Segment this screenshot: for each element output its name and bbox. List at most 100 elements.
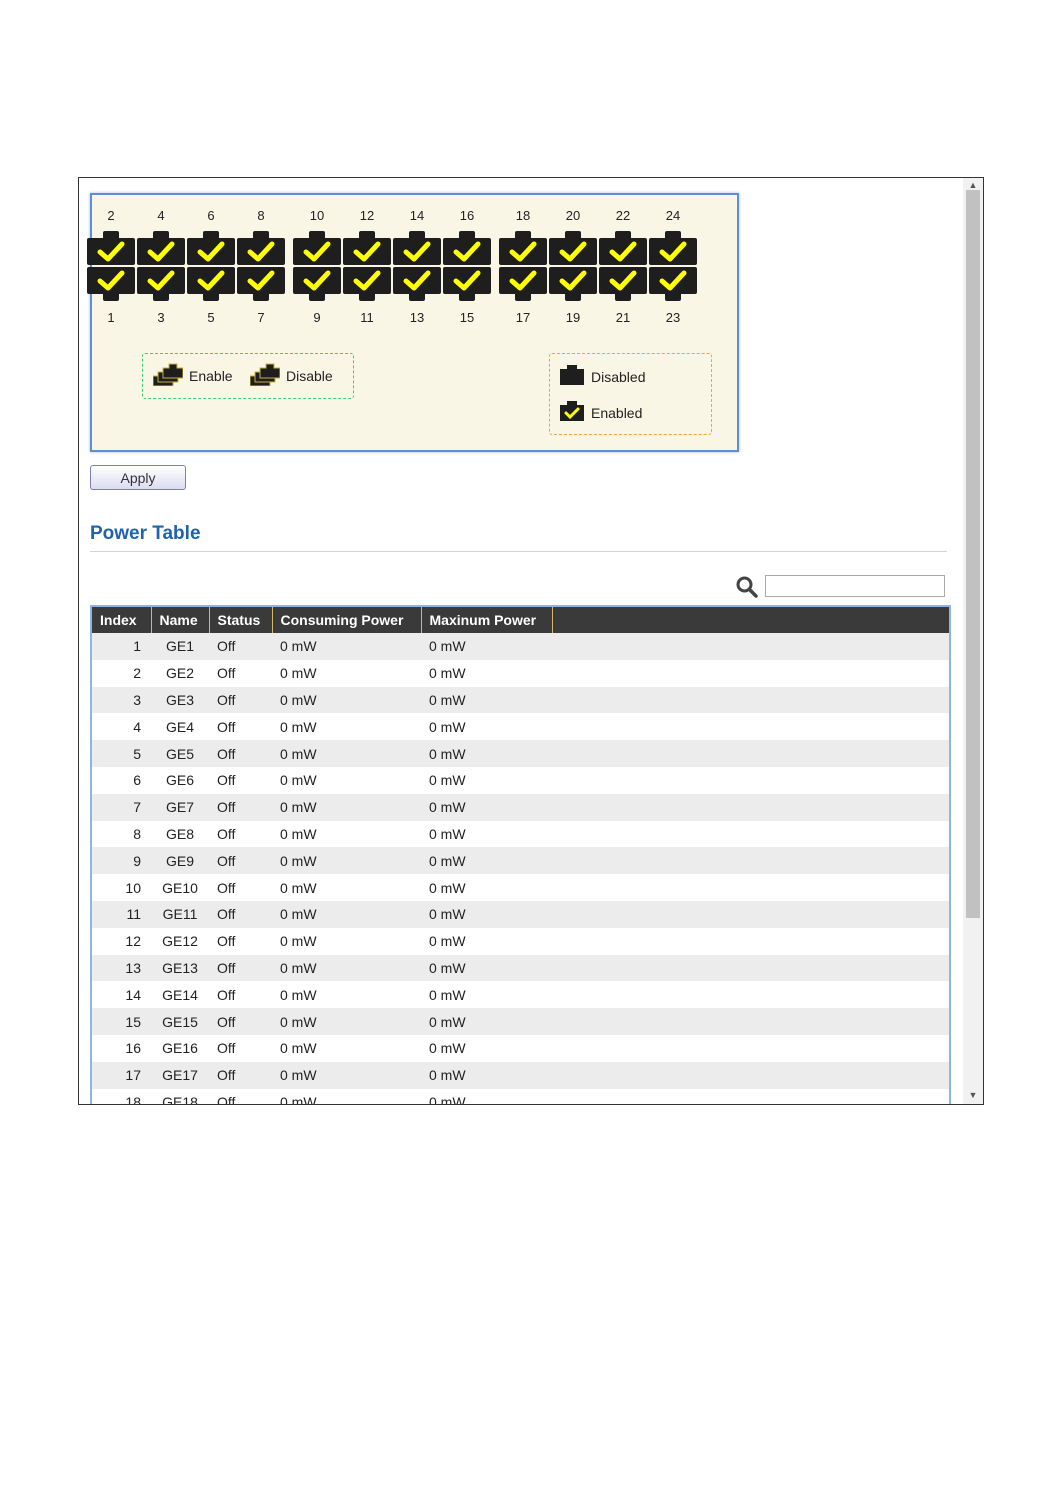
table-body: 1 GE1 Off 0 mW 0 mW 2 GE2 Off 0 mW 0 mW 3 GE3 Off 0 m… [92,633,949,1104]
port-number-label: 4 [157,208,165,223]
name-cell: GE12 [151,927,209,955]
port-19-toggle[interactable] [549,267,597,301]
port-21-toggle[interactable] [599,267,647,301]
port-17-toggle[interactable] [499,267,547,301]
port-18-toggle[interactable] [499,231,547,265]
port-14-toggle[interactable] [393,231,441,265]
max-power-cell: 0 mW [421,659,552,687]
max-power-cell: 0 mW [421,981,552,1009]
enable-all-button[interactable]: Enable [152,362,233,389]
column-header[interactable]: Status [209,607,273,633]
table-row[interactable]: 4 GE4 Off 0 mW 0 mW [92,713,949,741]
status-cell: Off [209,874,272,901]
search-icon[interactable] [735,575,759,599]
vertical-scrollbar[interactable]: ▲ ▼ [963,178,983,1104]
max-power-cell: 0 mW [421,1008,552,1035]
status-cell: Off [209,1008,272,1035]
table-row[interactable]: 9 GE9 Off 0 mW 0 mW [92,847,949,875]
port-15-toggle[interactable] [443,267,491,301]
table-row[interactable]: 13 GE13 Off 0 mW 0 mW [92,954,949,982]
port-1-toggle[interactable] [87,267,135,301]
table-row[interactable]: 1 GE1 Off 0 mW 0 mW [92,633,949,660]
column-header[interactable]: Index [92,607,152,633]
status-cell: Off [209,686,272,714]
name-cell: GE16 [151,1034,209,1062]
apply-button[interactable]: Apply [90,465,186,490]
consuming-power-cell: 0 mW [272,1088,421,1104]
max-power-cell: 0 mW [421,847,552,875]
table-row[interactable]: 17 GE17 Off 0 mW 0 mW [92,1061,949,1089]
column-header[interactable]: Name [151,607,210,633]
port-16-toggle[interactable] [443,231,491,265]
index-cell: 17 [92,1061,151,1089]
index-cell: 7 [92,793,151,821]
index-cell: 3 [92,686,151,714]
port-24-toggle[interactable] [649,231,697,265]
name-cell: GE1 [151,633,209,660]
port-20-toggle[interactable] [549,231,597,265]
scroll-down-icon[interactable]: ▼ [963,1088,983,1102]
consuming-power-cell: 0 mW [272,1061,421,1089]
title-divider [90,551,947,552]
name-cell: GE7 [151,793,209,821]
port-number-label: 1 [107,310,115,325]
status-cell: Off [209,740,272,767]
table-row[interactable]: 11 GE11 Off 0 mW 0 mW [92,900,949,928]
table-row[interactable]: 5 GE5 Off 0 mW 0 mW [92,740,949,767]
table-row[interactable]: 7 GE7 Off 0 mW 0 mW [92,793,949,821]
table-row[interactable]: 18 GE18 Off 0 mW 0 mW [92,1088,949,1104]
port-6-toggle[interactable] [187,231,235,265]
port-9-toggle[interactable] [293,267,341,301]
port-23-toggle[interactable] [649,267,697,301]
disable-all-button[interactable]: Disable [249,362,333,389]
index-cell: 9 [92,847,151,875]
poe-settings-frame: 2 4 6 8 10 12 14 16 18 20 22 24 1 3 5 7 9 11 13 15 17 19 21 23 E… [78,177,984,1105]
status-cell: Off [209,1034,272,1062]
port-2-toggle[interactable] [87,231,135,265]
scrollbar-thumb[interactable] [966,190,980,918]
port-22-toggle[interactable] [599,231,647,265]
port-4-toggle[interactable] [137,231,185,265]
consuming-power-cell: 0 mW [272,740,421,767]
search-input[interactable] [765,575,945,597]
port-11-toggle[interactable] [343,267,391,301]
port-5-toggle[interactable] [187,267,235,301]
port-number-label: 16 [459,208,475,223]
table-row[interactable]: 10 GE10 Off 0 mW 0 mW [92,874,949,901]
port-7-toggle[interactable] [237,267,285,301]
port-number-label: 8 [257,208,265,223]
index-cell: 14 [92,981,151,1009]
disabled-label: Disabled [591,368,646,385]
row-filler [552,633,949,660]
port-12-toggle[interactable] [343,231,391,265]
table-row[interactable]: 8 GE8 Off 0 mW 0 mW [92,820,949,848]
power-table: Index Name Status Consuming Power Maxinum Po… [90,605,951,1104]
max-power-cell: 0 mW [421,740,552,767]
index-cell: 13 [92,954,151,982]
consuming-power-cell: 0 mW [272,793,421,821]
max-power-cell: 0 mW [421,686,552,714]
port-number-label: 11 [360,310,374,325]
name-cell: GE14 [151,981,209,1009]
table-row[interactable]: 3 GE3 Off 0 mW 0 mW [92,686,949,714]
table-row[interactable]: 2 GE2 Off 0 mW 0 mW [92,659,949,687]
table-row[interactable]: 14 GE14 Off 0 mW 0 mW [92,981,949,1009]
table-row[interactable]: 15 GE15 Off 0 mW 0 mW [92,1008,949,1035]
port-number-label: 3 [157,310,165,325]
name-cell: GE6 [151,766,209,794]
port-10-toggle[interactable] [293,231,341,265]
column-header[interactable]: Consuming Power [272,607,422,633]
table-row[interactable]: 12 GE12 Off 0 mW 0 mW [92,927,949,955]
column-header[interactable]: Maxinum Power [421,607,553,633]
port-number-label: 18 [515,208,531,223]
port-stack-icon [249,362,281,389]
table-row[interactable]: 16 GE16 Off 0 mW 0 mW [92,1034,949,1062]
status-cell: Off [209,1061,272,1089]
port-3-toggle[interactable] [137,267,185,301]
name-cell: GE5 [151,740,209,767]
index-cell: 12 [92,927,151,955]
port-13-toggle[interactable] [393,267,441,301]
consuming-power-cell: 0 mW [272,874,421,901]
table-row[interactable]: 6 GE6 Off 0 mW 0 mW [92,766,949,794]
port-8-toggle[interactable] [237,231,285,265]
